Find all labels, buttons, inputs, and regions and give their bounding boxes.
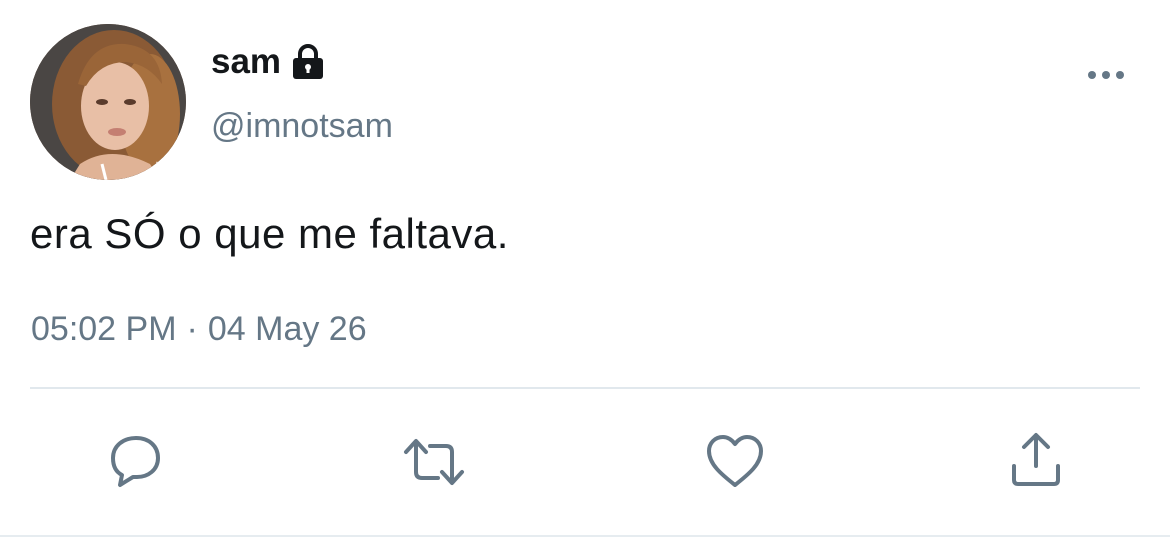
retweet-icon [404,439,464,485]
reply-icon [111,436,160,487]
avatar[interactable] [30,24,186,180]
more-options-icon[interactable] [1084,62,1128,88]
user-handle[interactable]: @imnotsam [211,107,393,146]
like-button[interactable] [703,430,767,494]
timestamp-separator: · [186,310,198,348]
tweet-text: era SÓ o que me faltava. [30,210,509,257]
display-name-text: sam [211,42,282,81]
tweet-date: 04 May 26 [207,310,367,348]
share-button[interactable] [1004,430,1068,494]
reply-button[interactable] [103,430,167,494]
retweet-button[interactable] [402,430,466,494]
tweet-timestamp[interactable]: 05:02 PM · 04 May 26 [31,310,367,349]
heart-icon [707,435,763,487]
display-name[interactable]: sam [211,42,325,82]
share-icon [1012,433,1060,486]
tweet-time: 05:02 PM [31,310,177,348]
bottom-border [0,535,1170,537]
tweet-card: sam @imnotsam era SÓ o que me faltava. 0… [0,0,1170,552]
lock-icon [291,44,325,80]
divider [30,387,1140,389]
